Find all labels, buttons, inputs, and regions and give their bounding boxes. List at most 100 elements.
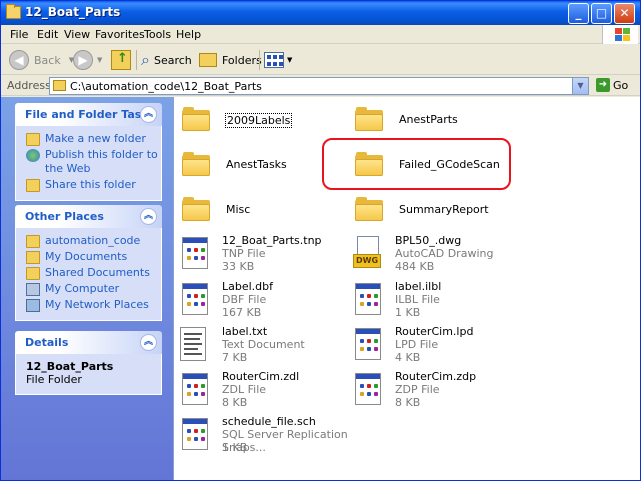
panel-title: File and Folder Tasks xyxy=(25,108,156,121)
item-name: RouterCim.zdp xyxy=(395,370,477,383)
place-my-network-places[interactable]: My Network Places xyxy=(26,298,161,312)
task-publish-to-web[interactable]: Publish this folder to the Web xyxy=(26,148,161,176)
panel-header[interactable]: Details ︽ xyxy=(15,331,162,354)
document-icon xyxy=(355,283,381,315)
item-size: 7 KB xyxy=(222,351,248,364)
file-item[interactable]: DWG BPL50_.dwg AutoCAD Drawing 484 KB xyxy=(351,234,526,278)
title-bar[interactable]: 12_Boat_Parts _ □ ✕ xyxy=(1,1,640,25)
window-title: 12_Boat_Parts xyxy=(25,5,121,19)
folder-icon xyxy=(182,107,210,131)
address-label: Address xyxy=(7,79,51,92)
item-size: 167 KB xyxy=(222,306,262,319)
item-name: Misc xyxy=(226,203,251,216)
item-name: 2009Labels xyxy=(225,113,293,128)
windows-logo-icon xyxy=(602,25,638,44)
folder-item[interactable]: Misc xyxy=(182,191,357,235)
panel-body: Make a new folder Publish this folder to… xyxy=(15,126,162,201)
file-folder-tasks-panel: File and Folder Tasks ︽ Make a new folde… xyxy=(15,103,162,201)
menu-help[interactable]: Help xyxy=(176,28,201,41)
globe-icon xyxy=(26,149,40,162)
file-item[interactable]: RouterCim.zdp ZDP File 8 KB xyxy=(351,370,526,414)
item-name: AnestParts xyxy=(399,113,458,126)
menu-favorites[interactable]: Favorites xyxy=(95,28,145,41)
explorer-window: 12_Boat_Parts _ □ ✕ File Edit View Favor… xyxy=(0,0,641,481)
file-item[interactable]: RouterCim.lpd LPD File 4 KB xyxy=(351,325,526,369)
menu-tools[interactable]: Tools xyxy=(144,28,171,41)
up-folder-icon: ↑ xyxy=(111,50,131,70)
document-icon xyxy=(182,237,208,269)
place-my-documents[interactable]: My Documents xyxy=(26,250,161,264)
item-name: label.txt xyxy=(222,325,268,338)
item-name: schedule_file.sch xyxy=(222,415,316,428)
collapse-icon[interactable]: ︽ xyxy=(140,106,157,123)
item-size: 1 KB xyxy=(395,306,421,319)
item-name: SummaryReport xyxy=(399,203,489,216)
toolbar-separator xyxy=(136,50,137,70)
collapse-icon[interactable]: ︽ xyxy=(140,208,157,225)
search-icon: ⌕ xyxy=(141,50,150,69)
menu-edit[interactable]: Edit xyxy=(37,28,58,41)
address-dropdown-icon[interactable]: ▼ xyxy=(572,78,588,94)
share-folder-icon xyxy=(26,179,40,192)
task-share-folder[interactable]: Share this folder xyxy=(26,178,161,192)
file-item[interactable]: RouterCim.zdl ZDL File 8 KB xyxy=(178,370,353,414)
maximize-button[interactable]: □ xyxy=(591,3,612,24)
place-my-computer[interactable]: My Computer xyxy=(26,282,161,296)
go-button[interactable]: ➜ Go xyxy=(596,78,628,92)
my-documents-icon xyxy=(26,251,40,264)
folder-icon xyxy=(182,197,210,221)
text-document-icon xyxy=(180,327,206,361)
file-item[interactable]: label.ilbl ILBL File 1 KB xyxy=(351,280,526,324)
folder-icon xyxy=(355,197,383,221)
panel-title: Details xyxy=(25,336,69,349)
item-name: RouterCim.zdl xyxy=(222,370,300,383)
file-item[interactable]: schedule_file.sch SQL Server Replication… xyxy=(178,415,378,459)
panel-header[interactable]: File and Folder Tasks ︽ xyxy=(15,103,162,126)
back-button[interactable]: ◀ Back ▼ xyxy=(9,49,74,71)
file-item[interactable]: label.txt Text Document 7 KB xyxy=(178,325,353,369)
folder-icon xyxy=(6,4,21,19)
item-type: Text Document xyxy=(222,338,305,351)
folders-button[interactable]: Folders xyxy=(199,49,262,71)
annotation-highlight-box xyxy=(322,138,511,190)
folder-item[interactable]: SummaryReport xyxy=(355,191,530,235)
task-make-new-folder[interactable]: Make a new folder xyxy=(26,132,161,146)
menu-file[interactable]: File xyxy=(10,28,28,41)
item-name: BPL50_.dwg xyxy=(395,234,462,247)
menu-bar: File Edit View Favorites Tools Help xyxy=(1,25,640,44)
place-shared-documents[interactable]: Shared Documents xyxy=(26,266,161,280)
address-input[interactable]: C:\automation_code\12_Boat_Parts ▼ xyxy=(49,77,589,95)
item-type: ZDL File xyxy=(222,383,267,396)
go-arrow-icon: ➜ xyxy=(596,78,610,92)
item-size: 4 KB xyxy=(395,351,421,364)
item-type: LPD File xyxy=(395,338,439,351)
folder-icon xyxy=(26,235,40,248)
file-item[interactable]: 12_Boat_Parts.tnp TNP File 33 KB xyxy=(178,234,353,278)
forward-button[interactable]: ▶ ▼ xyxy=(73,49,102,71)
chevron-down-icon: ▼ xyxy=(97,56,103,64)
place-automation-code[interactable]: automation_code xyxy=(26,234,161,248)
other-places-panel: Other Places ︽ automation_code My Docume… xyxy=(15,205,162,321)
forward-arrow-icon: ▶ xyxy=(73,50,93,70)
document-icon xyxy=(182,373,208,405)
views-button[interactable]: ▼ xyxy=(264,49,292,71)
up-folder-button[interactable]: ↑ xyxy=(111,49,131,71)
menu-view[interactable]: View xyxy=(64,28,90,41)
search-button[interactable]: ⌕ Search xyxy=(141,49,192,71)
network-icon xyxy=(26,299,40,312)
item-name: Label.dbf xyxy=(222,280,274,293)
panel-title: Other Places xyxy=(25,210,104,223)
views-icon xyxy=(264,52,284,68)
panel-body: 12_Boat_Parts File Folder xyxy=(15,354,162,395)
close-button[interactable]: ✕ xyxy=(614,3,635,24)
item-name: label.ilbl xyxy=(395,280,442,293)
autocad-icon: DWG xyxy=(353,236,381,270)
collapse-icon[interactable]: ︽ xyxy=(140,334,157,351)
minimize-button[interactable]: _ xyxy=(568,3,589,24)
file-item[interactable]: Label.dbf DBF File 167 KB xyxy=(178,280,353,324)
task-pane: File and Folder Tasks ︽ Make a new folde… xyxy=(1,97,173,480)
item-type: AutoCAD Drawing xyxy=(395,247,494,260)
folder-icon xyxy=(182,152,210,176)
folders-icon xyxy=(199,53,217,67)
panel-header[interactable]: Other Places ︽ xyxy=(15,205,162,228)
